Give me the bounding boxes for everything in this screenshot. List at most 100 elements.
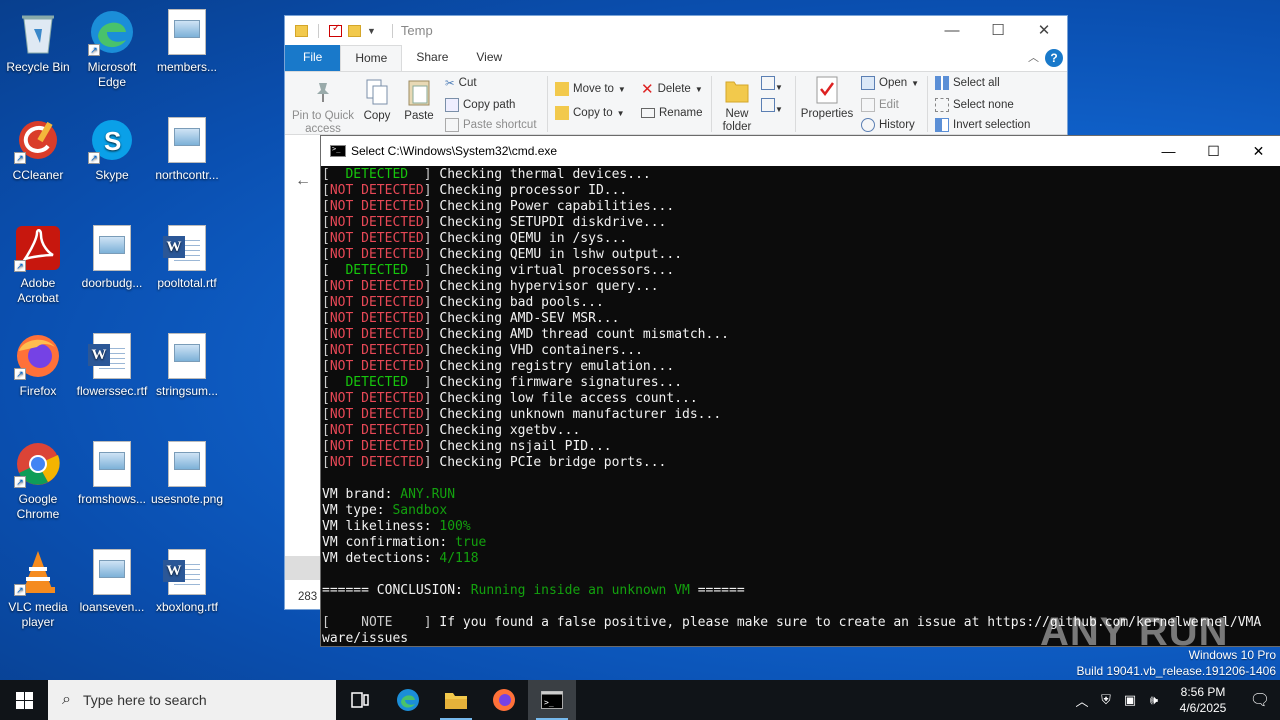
desktop-icon[interactable]: ↗ Google Chrome	[0, 440, 76, 522]
shortcut-arrow-icon: ↗	[88, 152, 100, 164]
cmd-check-line: [NOT DETECTED] Checking Power capabiliti…	[322, 199, 1280, 215]
image-file-icon	[88, 440, 136, 488]
history-button[interactable]: History	[861, 114, 915, 136]
desktop-icon-label: Recycle Bin	[6, 60, 70, 74]
taskbar-firefox[interactable]	[480, 680, 528, 720]
copy-button[interactable]: Copy	[359, 76, 395, 123]
copy-to-button[interactable]: Copy to ▼	[555, 102, 625, 124]
rename-button[interactable]: Rename	[641, 102, 702, 124]
cmd-title-bar[interactable]: Select C:\Windows\System32\cmd.exe — ☐ ✕	[321, 136, 1280, 166]
desktop-icon[interactable]: Wxboxlong.rtf	[149, 548, 225, 615]
copy-folder-icon	[555, 106, 569, 120]
desktop-icon[interactable]: usesnote.png	[149, 440, 225, 507]
cmd-text: ]	[423, 183, 440, 198]
new-item-icon[interactable]: ▼	[761, 76, 783, 93]
minimize-button[interactable]: —	[929, 16, 975, 45]
desktop-icon[interactable]: Wflowerssec.rtf	[74, 332, 150, 399]
desktop-icon[interactable]: ↗ Adobe Acrobat	[0, 224, 76, 306]
cmd-window[interactable]: Select C:\Windows\System32\cmd.exe — ☐ ✕…	[320, 135, 1280, 647]
new-folder-icon[interactable]	[348, 24, 361, 37]
cmd-text: [	[322, 359, 330, 374]
desktop-icon[interactable]: fromshows...	[74, 440, 150, 507]
cmd-summary-line: VM confirmation: true	[322, 535, 1280, 551]
cmd-text: [	[322, 391, 330, 406]
help-icon[interactable]: ?	[1045, 49, 1063, 67]
cmd-text: ]	[423, 455, 440, 470]
taskbar-search-box[interactable]: ⌕ Type here to search	[48, 680, 336, 720]
cmd-text: [	[322, 311, 330, 326]
clock[interactable]: 8:56 PM 4/6/2025	[1166, 684, 1240, 716]
start-button[interactable]	[0, 680, 48, 720]
paste-button[interactable]: Paste	[401, 76, 437, 123]
delete-button[interactable]: ✕ Delete ▼	[641, 78, 703, 100]
invert-selection-button[interactable]: Invert selection	[935, 114, 1030, 136]
desktop-icon[interactable]: loanseven...	[74, 548, 150, 615]
tab-file[interactable]: File	[285, 45, 341, 71]
cmd-check-line: [NOT DETECTED] Checking QEMU in /sys...	[322, 231, 1280, 247]
task-view-button[interactable]	[336, 680, 384, 720]
volume-icon[interactable]: 🕪	[1142, 692, 1166, 708]
desktop-icon[interactable]: ↗ Microsoft Edge	[74, 8, 150, 90]
check-text: Checking Power capabilities...	[439, 199, 675, 214]
check-status: NOT DETECTED	[329, 199, 424, 214]
notification-icon[interactable]: 🗨	[1240, 690, 1280, 710]
desktop-icon[interactable]: ↗ Firefox	[0, 332, 76, 399]
tab-share[interactable]: Share	[402, 45, 462, 71]
ribbon-tabs: File Home Share View ︿ ?	[285, 45, 1067, 71]
desktop-icon[interactable]: Recycle Bin	[0, 8, 76, 75]
taskbar-edge[interactable]	[384, 680, 432, 720]
security-icon[interactable]: ⛨	[1094, 692, 1118, 708]
desktop-icon[interactable]: doorbudg...	[74, 224, 150, 291]
back-arrow-icon[interactable]: ←	[285, 166, 321, 196]
cmd-check-line: [NOT DETECTED] Checking SETUPDI diskdriv…	[322, 215, 1280, 231]
desktop-icon[interactable]: stringsum...	[149, 332, 225, 399]
ribbon-home: Pin to Quick access Copy Paste ✂ Cut Copy…	[285, 71, 1067, 135]
cmd-text: ]	[423, 215, 440, 230]
chevron-down-icon[interactable]: ▼	[367, 26, 376, 36]
desktop-icon[interactable]: northcontr...	[149, 116, 225, 183]
desktop-icon[interactable]: Wpooltotal.rtf	[149, 224, 225, 291]
pin-quick-access-button[interactable]: Pin to Quick access	[291, 76, 355, 136]
cmd-text: ]	[423, 359, 440, 374]
properties-button[interactable]: Properties	[799, 74, 855, 121]
cmd-conclusion-line: ====== CONCLUSION: Running inside an unk…	[322, 583, 1280, 599]
copy-path-button[interactable]: Copy path	[445, 94, 515, 116]
desktop-icon[interactable]: ↗ CCleaner	[0, 116, 76, 183]
taskbar-file-explorer[interactable]	[432, 680, 480, 720]
edit-button[interactable]: Edit	[861, 94, 899, 116]
cmd-minimize-button[interactable]: —	[1146, 136, 1191, 166]
tab-view[interactable]: View	[462, 45, 516, 71]
new-folder-button[interactable]: New folder	[717, 74, 757, 134]
folder-icon	[445, 693, 467, 709]
cmd-output[interactable]: [ DETECTED ] Checking thermal devices...…	[321, 166, 1280, 646]
network-icon[interactable]: ▣	[1118, 692, 1142, 708]
maximize-button[interactable]: ☐	[975, 16, 1021, 45]
move-to-button[interactable]: Move to ▼	[555, 78, 626, 100]
desktop-icon[interactable]: members...	[149, 8, 225, 75]
close-button[interactable]: ✕	[1021, 16, 1067, 45]
explorer-title-bar[interactable]: ✓ ▼ Temp — ☐ ✕	[285, 16, 1067, 45]
tab-home[interactable]: Home	[340, 45, 403, 71]
taskbar-cmd[interactable]: >_	[528, 680, 576, 720]
check-status: NOT DETECTED	[329, 343, 424, 358]
summary-value: ANY.RUN	[400, 487, 456, 502]
select-none-button[interactable]: Select none	[935, 94, 1014, 116]
cmd-maximize-button[interactable]: ☐	[1191, 136, 1236, 166]
cmd-close-button[interactable]: ✕	[1236, 136, 1280, 166]
nav-pane-scroll[interactable]	[285, 556, 321, 580]
conclusion-prefix: ====== CONCLUSION:	[322, 583, 471, 598]
easy-access-icon[interactable]: ▼	[761, 98, 783, 115]
new-folder-icon	[722, 74, 752, 106]
properties-check-icon[interactable]: ✓	[329, 23, 342, 37]
desktop-icon[interactable]: S ↗ Skype	[74, 116, 150, 183]
edge-icon: ↗	[88, 8, 136, 56]
open-button[interactable]: Open ▼	[861, 72, 919, 94]
cut-button[interactable]: ✂ Cut	[445, 72, 477, 94]
paste-icon	[404, 76, 434, 108]
history-icon	[861, 118, 875, 132]
desktop-icon[interactable]: ↗ VLC media player	[0, 548, 76, 630]
chevron-up-icon[interactable]: ︿	[1070, 691, 1094, 710]
collapse-ribbon-icon[interactable]: ︿	[1028, 49, 1039, 65]
select-all-button[interactable]: Select all	[935, 72, 1000, 94]
paste-shortcut-button[interactable]: Paste shortcut	[445, 114, 537, 136]
